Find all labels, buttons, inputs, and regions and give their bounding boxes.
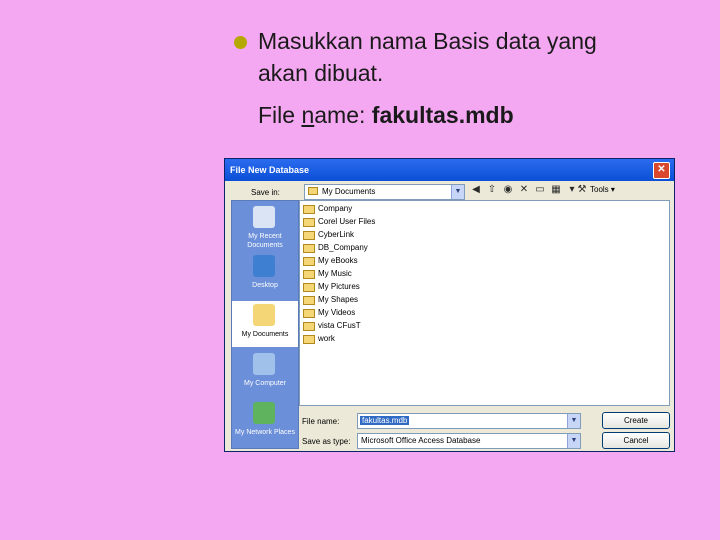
folder-icon	[303, 322, 315, 331]
list-item-label: Company	[318, 204, 353, 213]
folder-icon	[303, 335, 315, 344]
file-list[interactable]: Company Corel User Files CyberLink DB_Co…	[299, 200, 670, 406]
create-button[interactable]: Create	[602, 412, 670, 429]
folder-icon	[303, 231, 315, 240]
list-item-label: Corel User Files	[318, 217, 376, 226]
delete-icon[interactable]: ✕	[517, 183, 531, 197]
network-places-icon	[253, 402, 275, 424]
save-as-type-label: Save as type:	[302, 437, 351, 446]
list-item-label: My Pictures	[318, 282, 360, 291]
list-item-label: CyberLink	[318, 230, 355, 239]
search-web-icon[interactable]: ◉	[501, 183, 515, 197]
place-desktop[interactable]: Desktop	[232, 252, 298, 298]
chevron-down-icon[interactable]: ▼	[567, 414, 580, 428]
save-as-type-value: Microsoft Office Access Database	[361, 436, 481, 445]
folder-icon	[303, 296, 315, 305]
file-name-label: File name:	[302, 417, 340, 426]
list-item-label: My eBooks	[318, 256, 358, 265]
up-folder-icon[interactable]: ⇧	[485, 183, 499, 197]
place-my-documents[interactable]: My Documents	[232, 301, 298, 347]
save-in-combo[interactable]: My Documents ▼	[304, 184, 465, 200]
place-label: Desktop	[252, 282, 278, 289]
save-in-label: Save in:	[251, 188, 280, 197]
list-item-label: My Shapes	[318, 295, 359, 304]
videos-folder-icon	[303, 309, 315, 318]
cancel-button[interactable]: Cancel	[602, 432, 670, 449]
list-item-label: vista CFusT	[318, 321, 361, 330]
file-name-input[interactable]: fakultas.mdb ▼	[357, 413, 581, 429]
pictures-folder-icon	[303, 283, 315, 292]
list-item-label: My Music	[318, 269, 352, 278]
save-as-type-select[interactable]: Microsoft Office Access Database ▼	[357, 433, 581, 449]
filename-instruction: File name: fakultas.mdb	[258, 100, 514, 130]
list-item-label: DB_Company	[318, 243, 368, 252]
close-button[interactable]: ✕	[653, 162, 670, 179]
bullet-dot	[234, 36, 247, 49]
list-item-label: My Videos	[318, 308, 356, 317]
file-new-database-dialog: File New Database ✕ Save in: My Document…	[224, 158, 675, 452]
filename-prefix-n: n	[301, 102, 315, 128]
bullet-line-1: Masukkan nama Basis data yang	[258, 28, 597, 54]
desktop-icon	[253, 255, 275, 277]
music-folder-icon	[303, 270, 315, 279]
place-my-recent-documents[interactable]: My Recent Documents	[232, 203, 298, 249]
place-label: My Computer	[243, 380, 286, 387]
place-my-computer[interactable]: My Computer	[232, 350, 298, 396]
folder-icon	[303, 205, 315, 214]
filename-prefix-f: File	[258, 102, 302, 128]
my-documents-icon	[253, 304, 275, 326]
list-item-label: work	[318, 334, 335, 343]
file-name-value: fakultas.mdb	[360, 416, 410, 425]
folder-icon	[308, 187, 318, 195]
new-folder-icon[interactable]: ▭	[533, 183, 547, 197]
place-my-network-places[interactable]: My Network Places	[232, 399, 298, 445]
tools-menu-button[interactable]: Tools ▾	[590, 185, 615, 194]
place-label: My Network Places	[235, 429, 295, 436]
place-label: My Documents	[241, 331, 289, 338]
save-in-value: My Documents	[322, 187, 376, 196]
chevron-down-icon[interactable]: ▼	[567, 434, 580, 448]
views-icon[interactable]: ▦	[549, 183, 563, 197]
recent-documents-icon	[253, 206, 275, 228]
my-computer-icon	[253, 353, 275, 375]
places-bar: My Recent Documents Desktop My Documents…	[231, 200, 299, 449]
folder-icon	[303, 218, 315, 227]
folder-icon	[303, 244, 315, 253]
dialog-titlebar[interactable]: File New Database ✕	[225, 159, 674, 181]
back-icon[interactable]: ◀	[469, 183, 483, 197]
place-label: My Recent Documents	[247, 233, 283, 249]
folder-icon	[303, 257, 315, 266]
chevron-down-icon[interactable]: ▼	[451, 185, 464, 199]
filename-value: fakultas.mdb	[371, 102, 514, 128]
bullet-line-2: akan dibuat.	[258, 60, 384, 86]
dialog-title: File New Database	[230, 165, 310, 175]
filename-prefix-rest: ame:	[314, 102, 372, 128]
tools-icon[interactable]: ⚒	[575, 183, 589, 197]
